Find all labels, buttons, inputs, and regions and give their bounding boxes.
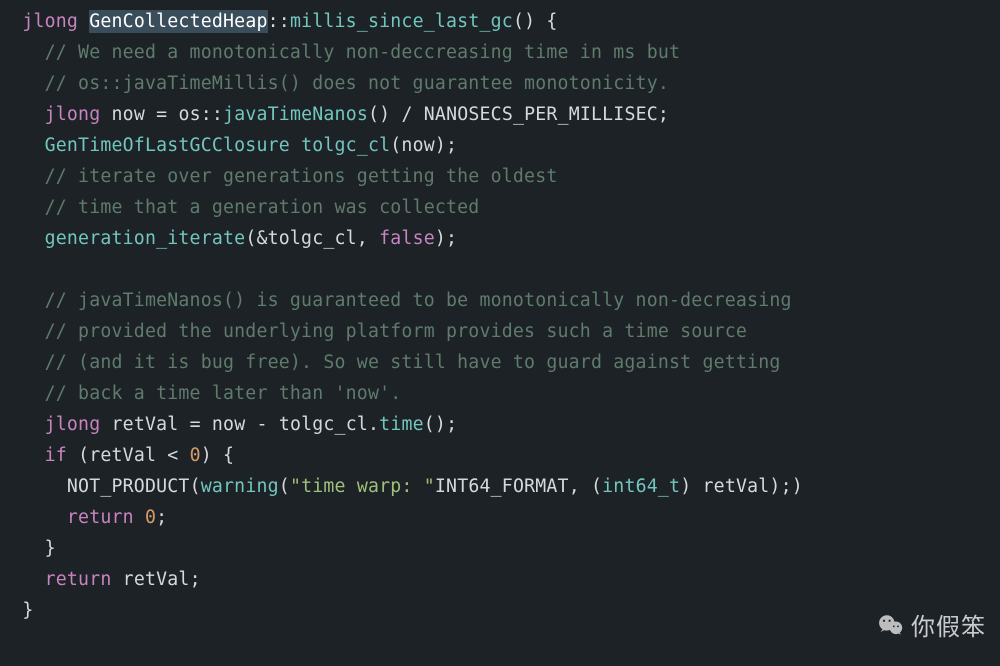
keyword: jlong xyxy=(45,414,101,435)
punct: ); xyxy=(435,228,457,249)
operator: - xyxy=(257,414,268,435)
operator: < xyxy=(167,445,178,466)
identifier: retVal xyxy=(112,414,179,435)
punct: ) retVal);) xyxy=(680,476,803,497)
namespace: os xyxy=(178,104,200,125)
punct: ( xyxy=(279,476,290,497)
punct: (now); xyxy=(390,135,457,156)
punct: ) { xyxy=(201,445,234,466)
identifier: now xyxy=(212,414,245,435)
scope-op: :: xyxy=(268,11,290,32)
keyword: return xyxy=(45,569,112,590)
constant: INT64_FORMAT xyxy=(435,476,569,497)
function-call: warning xyxy=(201,476,279,497)
scope-op: :: xyxy=(201,104,223,125)
method-call: time xyxy=(379,414,424,435)
comment: // time that a generation was collected xyxy=(45,197,480,218)
punct: (); xyxy=(424,414,457,435)
number: 0 xyxy=(145,507,156,528)
brace: } xyxy=(45,538,56,559)
keyword: if xyxy=(45,445,67,466)
brace: } xyxy=(22,600,33,621)
comment: // javaTimeNanos() is guaranteed to be m… xyxy=(45,290,792,311)
punct: , ( xyxy=(569,476,602,497)
string-literal: "time warp: " xyxy=(290,476,435,497)
keyword: false xyxy=(379,228,435,249)
comment: // provided the underlying platform prov… xyxy=(45,321,747,342)
type-name: GenTimeOfLastGCClosure xyxy=(45,135,290,156)
number: 0 xyxy=(190,445,201,466)
semicolon: ; xyxy=(156,507,167,528)
punct: () / xyxy=(368,104,424,125)
punct: (&tolgc_cl, xyxy=(245,228,379,249)
punct: (retVal xyxy=(78,445,167,466)
comment: // We need a monotonically non-deccreasi… xyxy=(45,42,681,63)
identifier: retVal xyxy=(123,569,190,590)
type-name: int64_t xyxy=(602,476,680,497)
punct: () { xyxy=(513,11,558,32)
constructor-call: tolgc_cl xyxy=(301,135,390,156)
function-call: javaTimeNanos xyxy=(223,104,368,125)
constant: NANOSECS_PER_MILLISEC xyxy=(424,104,658,125)
comment: // os::javaTimeMillis() does not guarant… xyxy=(45,73,669,94)
comment: // back a time later than 'now'. xyxy=(45,383,402,404)
identifier: now xyxy=(112,104,145,125)
punct: ( xyxy=(190,476,201,497)
code-block: jlong GenCollectedHeap::millis_since_las… xyxy=(0,0,1000,626)
semicolon: ; xyxy=(658,104,669,125)
keyword: jlong xyxy=(22,11,78,32)
punct xyxy=(178,445,189,466)
comment: // (and it is bug free). So we still hav… xyxy=(45,352,781,373)
function-call: generation_iterate xyxy=(45,228,246,249)
function-name: millis_since_last_gc xyxy=(290,11,513,32)
wechat-icon xyxy=(877,611,905,639)
selected-class-name: GenCollectedHeap xyxy=(89,10,267,33)
semicolon: ; xyxy=(190,569,201,590)
keyword: return xyxy=(67,507,134,528)
watermark-text: 你假笨 xyxy=(911,607,986,642)
operator: = xyxy=(190,414,201,435)
operator: = xyxy=(156,104,167,125)
macro: NOT_PRODUCT xyxy=(67,476,190,497)
keyword: jlong xyxy=(45,104,101,125)
watermark: 你假笨 xyxy=(877,607,986,642)
comment: // iterate over generations getting the … xyxy=(45,166,558,187)
identifier: tolgc_cl. xyxy=(279,414,379,435)
